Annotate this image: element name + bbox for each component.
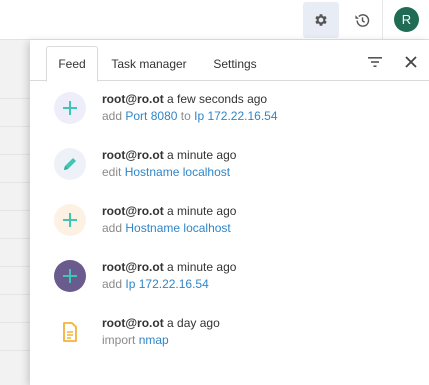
feed-user[interactable]: root@ro.ot xyxy=(102,92,164,106)
background-page xyxy=(0,40,30,385)
background-row xyxy=(0,294,30,295)
feed-user[interactable]: root@ro.ot xyxy=(102,316,164,330)
avatar[interactable]: R xyxy=(394,7,419,32)
feed-item: root@ro.ot a minute ago add Ip 172.22.16… xyxy=(30,260,429,316)
feed-action: add xyxy=(102,109,123,123)
feed-item-detail: add Hostname localhost xyxy=(102,221,231,235)
feed-action: add xyxy=(102,277,123,291)
background-row xyxy=(0,322,30,323)
feed-time: a minute ago xyxy=(167,148,237,162)
feed-item-header: root@ro.ot a few seconds ago xyxy=(102,92,267,106)
feed-icon-badge xyxy=(54,316,86,348)
plus-icon xyxy=(63,101,77,115)
feed-target-link[interactable]: Ip 172.22.16.54 xyxy=(125,277,208,291)
feed-target-link[interactable]: Hostname localhost xyxy=(125,221,230,235)
feed-target-link[interactable]: nmap xyxy=(139,333,169,347)
feed-user[interactable]: root@ro.ot xyxy=(102,260,164,274)
plus-icon xyxy=(63,269,77,283)
activity-panel: Feed Task manager Settings root@ro.ot a … xyxy=(30,40,429,385)
topbar-divider xyxy=(382,0,383,40)
settings-button[interactable] xyxy=(303,2,339,38)
tab-settings[interactable]: Settings xyxy=(208,46,262,82)
background-row xyxy=(0,126,30,127)
gear-icon xyxy=(315,14,327,26)
feed-item: root@ro.ot a minute ago edit Hostname lo… xyxy=(30,148,429,204)
background-row xyxy=(0,98,30,99)
feed-item: root@ro.ot a minute ago add Hostname loc… xyxy=(30,204,429,260)
feed-item: root@ro.ot a day ago import nmap xyxy=(30,316,429,372)
feed-time: a minute ago xyxy=(167,260,237,274)
feed-item-header: root@ro.ot a day ago xyxy=(102,316,220,330)
feed-item-detail: edit Hostname localhost xyxy=(102,165,230,179)
background-row xyxy=(0,238,30,239)
tab-feed[interactable]: Feed xyxy=(46,46,98,82)
feed-item-detail: import nmap xyxy=(102,333,169,347)
feed-action: import xyxy=(102,333,136,347)
feed-action: add xyxy=(102,221,123,235)
feed-action: edit xyxy=(102,165,122,179)
feed-time: a minute ago xyxy=(167,204,237,218)
feed-item-detail: add Ip 172.22.16.54 xyxy=(102,277,209,291)
pencil-icon xyxy=(64,158,76,170)
history-icon xyxy=(354,13,369,27)
close-icon xyxy=(405,56,417,68)
background-row xyxy=(0,350,30,351)
feed-target-link[interactable]: Port 8080 xyxy=(125,109,177,123)
feed-user[interactable]: root@ro.ot xyxy=(102,148,164,162)
feed-icon-badge xyxy=(54,260,86,292)
feed-icon-badge xyxy=(54,148,86,180)
feed-icon-badge xyxy=(54,204,86,236)
feed-connector: to xyxy=(177,109,195,123)
feed-user[interactable]: root@ro.ot xyxy=(102,204,164,218)
filter-icon xyxy=(368,57,382,67)
tab-task-manager[interactable]: Task manager xyxy=(108,46,190,82)
feed-item-header: root@ro.ot a minute ago xyxy=(102,204,236,218)
history-button[interactable] xyxy=(344,2,380,38)
feed-time: a few seconds ago xyxy=(167,92,268,106)
background-row xyxy=(0,154,30,155)
background-row xyxy=(0,266,30,267)
filter-button[interactable] xyxy=(365,52,385,72)
feed-item-header: root@ro.ot a minute ago xyxy=(102,148,236,162)
feed-icon-badge xyxy=(54,92,86,124)
feed-time: a day ago xyxy=(167,316,220,330)
background-row xyxy=(0,182,30,183)
feed-item: root@ro.ot a few seconds ago add Port 80… xyxy=(30,92,429,148)
close-button[interactable] xyxy=(401,52,421,72)
top-app-bar: R xyxy=(0,0,429,40)
feed-item-detail: add Port 8080 to Ip 172.22.16.54 xyxy=(102,109,278,123)
document-icon xyxy=(63,322,77,342)
feed-target-link[interactable]: Hostname localhost xyxy=(125,165,230,179)
plus-icon xyxy=(63,213,77,227)
panel-tabs: Feed Task manager Settings xyxy=(30,40,429,82)
background-row xyxy=(0,210,30,211)
feed-target-link[interactable]: Ip 172.22.16.54 xyxy=(194,109,277,123)
feed-item-header: root@ro.ot a minute ago xyxy=(102,260,236,274)
